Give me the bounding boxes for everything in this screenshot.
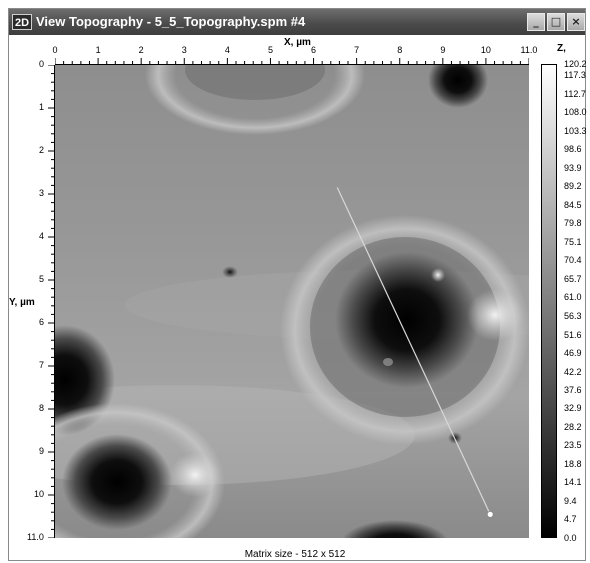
minimize-button[interactable]: _ [527, 13, 545, 31]
x-axis-ruler [55, 58, 529, 65]
colorbar-tick-label: 112.7 [564, 88, 586, 99]
colorbar-tick-label: 46.9 [564, 348, 582, 359]
maximize-button[interactable]: □ [547, 13, 565, 31]
x-tick-label: 7 [354, 45, 360, 55]
y-tick-label: 5 [39, 274, 45, 284]
y-tick-label: 2 [39, 145, 45, 155]
view-2d-icon: 2D [12, 14, 32, 30]
colorbar-tick-label: 18.8 [564, 458, 582, 469]
x-axis-label: X, µm [284, 37, 311, 48]
colorbar-tick-label: 61.0 [564, 292, 582, 303]
profile-line-end-handle[interactable] [486, 510, 494, 518]
surface-features [55, 65, 529, 538]
x-tick-label: 0 [52, 45, 58, 55]
y-tick-label: 10 [34, 489, 45, 499]
y-tick-label: 4 [39, 231, 45, 241]
colorbar-tick-label: 70.4 [564, 255, 582, 266]
y-tick-label: 6 [39, 317, 45, 327]
colorbar-tick-label: 108.0 [564, 107, 587, 118]
x-tick-label: 4 [224, 45, 230, 55]
colorbar-tick-label: 0.0 [564, 533, 577, 543]
title-bar[interactable]: 2D View Topography - 5_5_Topography.spm … [9, 9, 585, 35]
colorbar-tick-label: 117.3 [564, 70, 586, 81]
topography-image[interactable] [55, 65, 529, 538]
colorbar-tick-label: 75.1 [564, 236, 582, 247]
colorbar-tick-label: 23.5 [564, 440, 582, 451]
z-axis-label: Z, [557, 43, 566, 54]
colorbar-tick-label: 37.6 [564, 384, 582, 395]
colorbar-tick-label: 9.4 [564, 495, 577, 506]
colorbar-tick-label: 103.3 [564, 125, 587, 136]
colorbar-tick-label: 89.2 [564, 181, 582, 192]
y-tick-label: 3 [39, 188, 45, 198]
x-tick-label: 10 [480, 45, 491, 55]
x-tick-label: 11.0 [520, 45, 538, 55]
colorbar-tick-label: 120.2 [564, 59, 587, 69]
colorbar-tick-label: 93.9 [564, 162, 582, 173]
y-tick-label: 0 [39, 59, 45, 69]
z-colorbar [541, 64, 557, 538]
colorbar-tick-label: 79.8 [564, 218, 582, 229]
x-tick-label: 6 [311, 45, 317, 55]
colorbar-tick-label: 42.2 [564, 366, 582, 377]
x-tick-label: 1 [95, 45, 101, 55]
x-tick-label: 5 [267, 45, 273, 55]
colorbar-tick-label: 32.9 [564, 403, 582, 414]
colorbar-tick-label: 4.7 [564, 514, 577, 525]
colorbar-tick-label: 14.1 [564, 477, 582, 488]
colorbar-tick-label: 51.6 [564, 329, 582, 340]
y-axis-ruler [48, 65, 55, 538]
y-tick-label: 9 [39, 446, 45, 456]
close-button[interactable]: × [567, 13, 585, 31]
matrix-size-label: Matrix size - 512 x 512 [244, 549, 346, 560]
x-tick-label: 9 [440, 45, 446, 55]
y-tick-label: 11.0 [27, 532, 44, 542]
x-tick-label: 2 [138, 45, 144, 55]
y-tick-label: 7 [39, 360, 45, 370]
colorbar-tick-label: 65.7 [564, 273, 582, 284]
colorbar-tick-label: 84.5 [564, 199, 582, 210]
y-tick-label: 8 [39, 403, 45, 413]
colorbar-tick-label: 28.2 [564, 421, 582, 432]
x-tick-label: 3 [181, 45, 187, 55]
window-title: View Topography - 5_5_Topography.spm #4 [36, 14, 306, 29]
colorbar-tick-label: 98.6 [564, 144, 582, 155]
colorbar-tick-label: 56.3 [564, 310, 582, 321]
y-tick-label: 1 [39, 102, 45, 112]
y-axis-label: Y, µm [9, 297, 35, 308]
x-tick-label: 8 [397, 45, 403, 55]
